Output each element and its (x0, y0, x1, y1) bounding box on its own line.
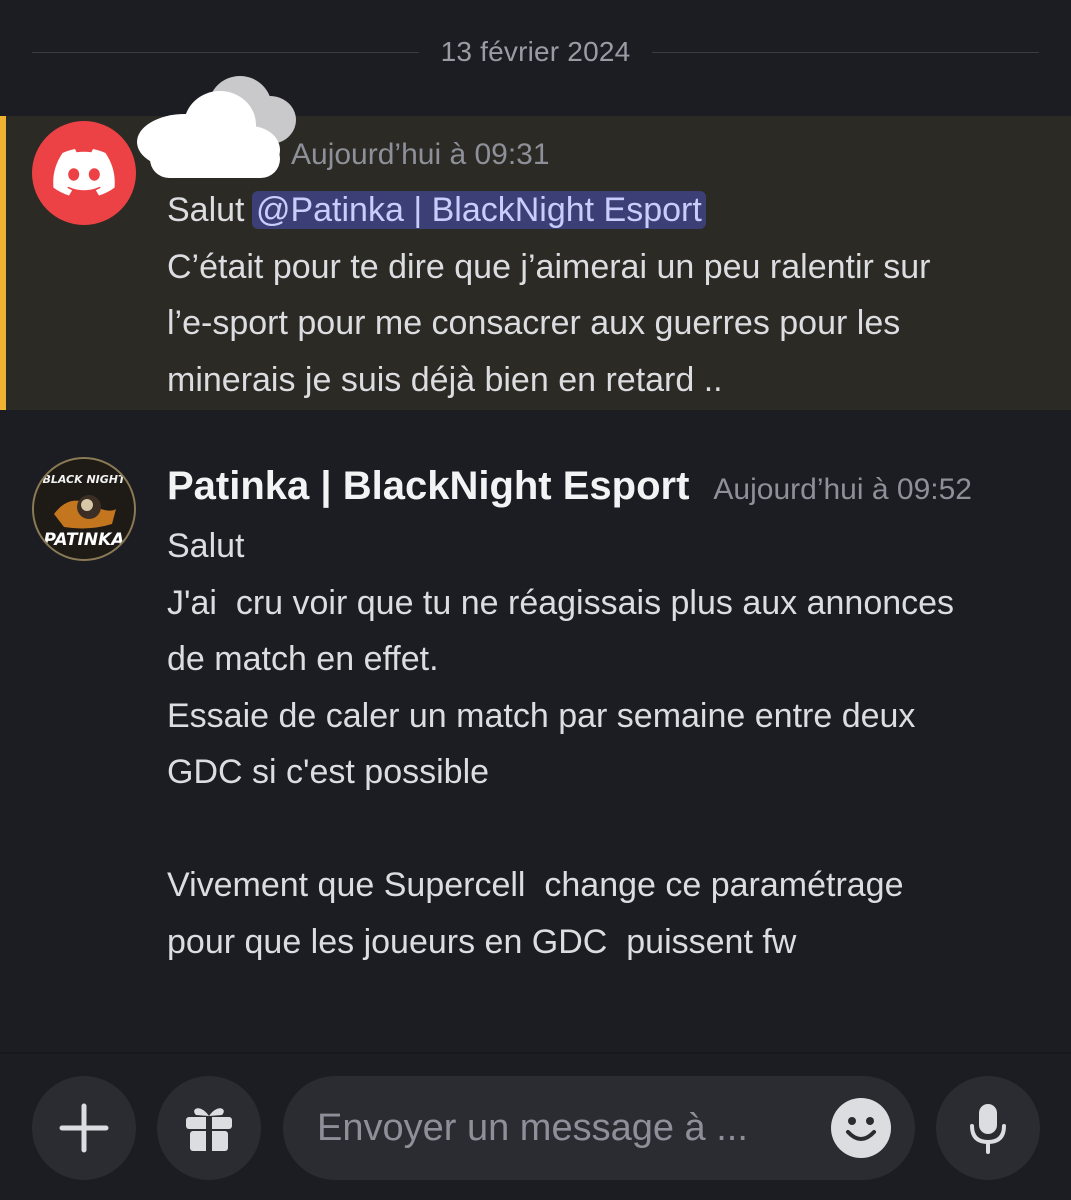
redaction-cloud-icon (137, 76, 296, 178)
microphone-icon (970, 1104, 1006, 1154)
voice-message-button[interactable] (936, 1076, 1040, 1180)
message-1-body: Salut @Patinka | BlackNight Esport C’éta… (167, 182, 931, 408)
discord-logo-icon (53, 149, 115, 196)
divider-line-left (32, 51, 419, 53)
message-input-placeholder: Envoyer un message à ... (317, 1106, 748, 1149)
message-2-body: Salut J'ai cru voir que tu ne réagissais… (167, 527, 955, 961)
message-1-text: C’était pour te dire que j’aimerai un pe… (167, 247, 931, 399)
greeting-text: Salut (167, 191, 254, 229)
avatar-text-top: BLACK NIGHT (42, 473, 127, 486)
add-attachment-button[interactable] (32, 1076, 136, 1180)
message-2-header: Patinka | BlackNight Esport Aujourd’hui … (167, 464, 972, 509)
gift-button[interactable] (157, 1076, 261, 1180)
date-label: 13 février 2024 (440, 36, 631, 67)
avatar-discord[interactable] (32, 121, 136, 225)
message-input[interactable]: Envoyer un message à ... (283, 1076, 915, 1180)
emoji-icon (832, 1099, 890, 1157)
divider-line-right (652, 51, 1040, 53)
message-timestamp: Aujourd’hui à 09:31 (291, 138, 550, 171)
avatar-patinka[interactable]: BLACK NIGHT PATINKA (32, 457, 136, 561)
message-timestamp: Aujourd’hui à 09:52 (713, 473, 972, 506)
author-name[interactable]: Patinka | BlackNight Esport (167, 464, 689, 509)
user-mention[interactable]: @Patinka | BlackNight Esport (251, 191, 706, 229)
date-divider: 13 février 2024 (32, 32, 1040, 72)
gift-icon (186, 1108, 232, 1153)
avatar-text-bottom: PATINKA (44, 530, 125, 550)
patinka-logo-icon: BLACK NIGHT PATINKA (34, 459, 134, 559)
plus-icon (59, 1103, 109, 1153)
emoji-button[interactable] (831, 1098, 891, 1158)
message-composer: Envoyer un message à ... (0, 1054, 1071, 1200)
